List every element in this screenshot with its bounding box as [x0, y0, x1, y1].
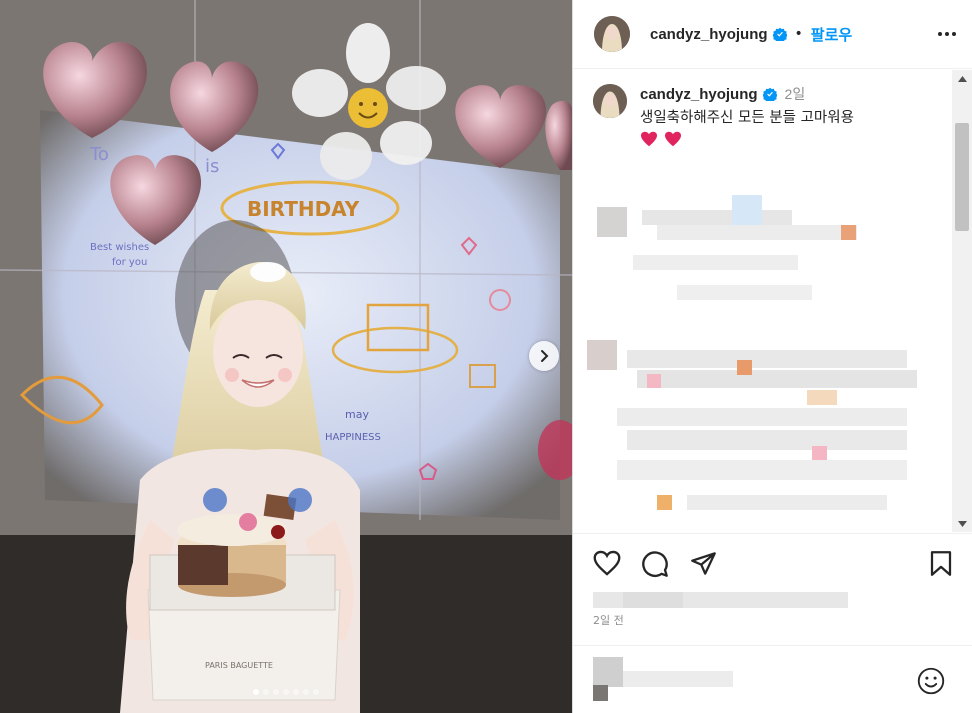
carousel-dot [313, 689, 319, 695]
instagram-post-modal: BIRTHDAY To is Best wishes for you may H… [0, 0, 972, 713]
caption: candyz_hyojung 2일 생일축하해주신 모든 분들 고마워용 [593, 84, 854, 147]
carousel-next-button[interactable] [529, 341, 559, 371]
svg-text:Best wishes: Best wishes [90, 242, 149, 253]
triangle-down-icon [957, 520, 967, 527]
comment-button[interactable] [641, 550, 669, 582]
scroll-down-arrow[interactable] [952, 515, 972, 532]
caption-text: 생일축하해주신 모든 분들 고마워용 [640, 110, 854, 126]
red-heart-emoji-icon [641, 131, 657, 147]
verified-badge-icon [762, 87, 777, 101]
avatar-image [594, 16, 630, 52]
save-button[interactable] [929, 550, 953, 581]
chevron-right-icon [541, 350, 549, 362]
caption-hearts [640, 131, 854, 147]
pixelated-comment-input [593, 657, 743, 705]
svg-text:may: may [345, 408, 369, 421]
caption-body: candyz_hyojung 2일 생일축하해주신 모든 분들 고마워용 [640, 84, 854, 147]
comment-icon [642, 551, 668, 577]
carousel-dots [0, 689, 572, 695]
bookmark-icon [930, 551, 952, 576]
pixelated-comment [587, 330, 932, 530]
carousel-dot [273, 689, 279, 695]
more-icon[interactable] [938, 26, 956, 42]
svg-text:HAPPINESS: HAPPINESS [325, 432, 381, 443]
svg-text:PARIS BAGUETTE: PARIS BAGUETTE [205, 661, 273, 670]
post-time-ago[interactable]: 2일 전 [593, 612, 624, 628]
post-header: candyz_hyojung • 팔로우 [573, 0, 972, 69]
header-username[interactable]: candyz_hyojung [650, 26, 768, 43]
svg-text:for you: for you [112, 257, 147, 268]
follow-button[interactable]: 팔로우 [811, 24, 852, 45]
emoji-button[interactable] [917, 667, 945, 699]
like-button[interactable] [593, 550, 621, 580]
scrollbar-thumb[interactable] [955, 123, 969, 231]
svg-text:is: is [205, 156, 219, 177]
share-button[interactable] [690, 550, 717, 581]
caption-time[interactable]: 2일 [785, 84, 806, 104]
carousel-dot [293, 689, 299, 695]
caption-meta: candyz_hyojung 2일 [640, 84, 854, 104]
caption-username[interactable]: candyz_hyojung [640, 86, 758, 103]
header-separator: • [794, 26, 803, 42]
svg-text:To: To [89, 144, 109, 165]
red-heart-emoji-icon [665, 131, 681, 147]
pixelated-comment [597, 195, 937, 300]
heart-icon [593, 550, 621, 576]
add-comment-bar [573, 645, 972, 713]
carousel-dot [303, 689, 309, 695]
avatar[interactable] [593, 84, 627, 118]
svg-text:BIRTHDAY: BIRTHDAY [247, 197, 360, 221]
comments-list: candyz_hyojung 2일 생일축하해주신 모든 분들 고마워용 [573, 70, 953, 532]
pixelated-likes [593, 592, 851, 608]
post-photo: BIRTHDAY To is Best wishes for you may H… [0, 0, 572, 713]
avatar[interactable] [594, 16, 630, 52]
carousel-dot [283, 689, 289, 695]
carousel-dot [263, 689, 269, 695]
avatar-image [593, 84, 627, 118]
carousel-dot [253, 689, 259, 695]
photo-scene: BIRTHDAY To is Best wishes for you may H… [0, 0, 572, 713]
emoji-icon [917, 667, 945, 695]
verified-badge-icon [772, 27, 787, 41]
post-side-panel: candyz_hyojung • 팔로우 candyz_hyojung 2일 생… [572, 0, 972, 713]
share-icon [691, 552, 716, 575]
comments-scrollbar[interactable] [952, 70, 972, 532]
scroll-up-arrow[interactable] [952, 70, 972, 87]
triangle-up-icon [957, 75, 967, 82]
post-actions [573, 533, 972, 593]
